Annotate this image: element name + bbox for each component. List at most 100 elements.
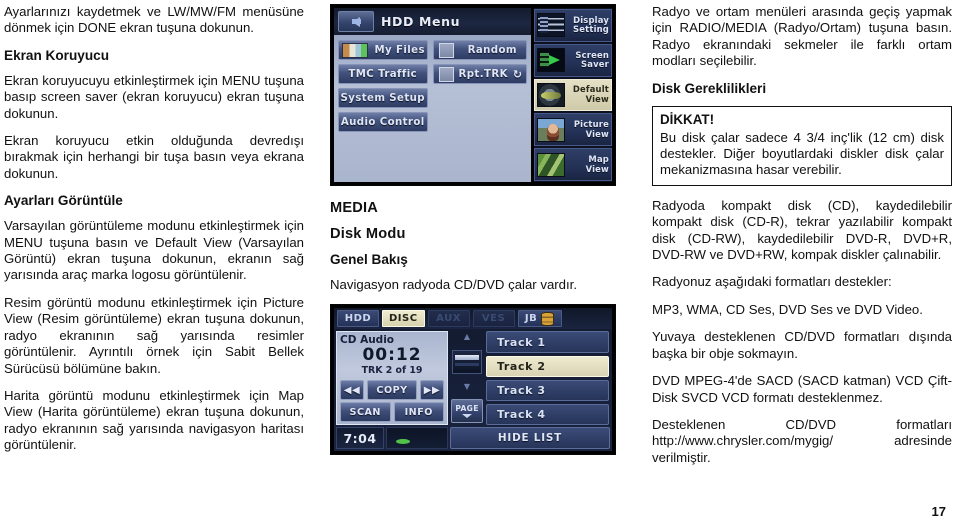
sidebar-item-map-view[interactable]: Map View [534, 148, 612, 181]
paragraph-formats-intro: Radyonuz aşağıdaki formatları destekler: [652, 274, 892, 290]
tab-disc[interactable]: DISC [382, 310, 425, 328]
audio-control-label: Audio Control [340, 116, 425, 128]
hdd-screen: HDD Menu My Files TMC Traffic System Set… [334, 8, 612, 182]
default-view-line2: View [585, 93, 609, 104]
screen-saver-thumb-icon [537, 48, 565, 73]
heading-genel-bakis: Genel Bakış [330, 252, 408, 267]
paragraph-no-foreign-objects: Yuvaya desteklenen CD/DVD formatları dış… [652, 329, 952, 361]
paragraph-cd-dvd-player: Navigasyon radyoda CD/DVD çalar vardır. [330, 277, 578, 292]
sidebar-item-screen-saver[interactable]: Screen Saver [534, 43, 612, 77]
audio-control-button[interactable]: Audio Control [338, 112, 428, 132]
paragraph-screensaver-activate: Ekran koruyucuyu etkinleştirmek için MEN… [4, 72, 304, 121]
my-files-button[interactable]: My Files [338, 40, 428, 60]
cd-transport-row-1: ◀◀ COPY ▶▶ [340, 380, 444, 401]
paragraph-map-view: Harita görüntü modunu etkinleştirmek içi… [4, 387, 304, 453]
tab-hdd[interactable]: HDD [337, 310, 379, 328]
paragraph-screensaver-deactivate: Ekran koruyucu etkin olduğunda devredışı… [4, 133, 304, 181]
scroll-thumb[interactable] [452, 350, 482, 375]
tab-ves[interactable]: VES [472, 310, 515, 328]
paragraph-website-reference: Desteklenen CD/DVD formatları http://www… [652, 416, 952, 465]
manual-page: Ayarlarınızı kaydetmek ve LW/MW/FM menüs… [0, 0, 960, 525]
scroll-up-icon[interactable]: ▲ [464, 333, 470, 341]
cd-transport-panel: CD Audio 00:12 TRK 2 of 19 ◀◀ COPY ▶▶ SC… [336, 331, 448, 426]
paragraph-picture-view: Resim görüntü modunu etkinleştirmek için… [4, 294, 304, 376]
scroll-down-icon[interactable]: ▼ [464, 382, 470, 391]
display-setting-line1: Display [573, 14, 609, 25]
track-list-item[interactable]: Track 2 [486, 355, 609, 377]
caution-text: Bu disk çalar sadece 4 3/4 inç'lik (12 c… [660, 129, 944, 178]
tmc-traffic-label: TMC Traffic [348, 68, 418, 80]
info-button[interactable]: INFO [393, 402, 444, 423]
status-indicator-area [386, 427, 448, 450]
random-checkbox[interactable] [438, 42, 454, 58]
repeat-track-checkbox[interactable] [438, 66, 454, 82]
chevron-down-icon [462, 414, 472, 419]
cd-track-list: Track 1 Track 2 Track 3 Track 4 [486, 331, 610, 426]
previous-track-button[interactable]: ◀◀ [340, 380, 364, 401]
cd-main-area: CD Audio 00:12 TRK 2 of 19 ◀◀ COPY ▶▶ SC… [334, 329, 612, 427]
cd-scrollbar[interactable]: ▲ ▼ PAGE [450, 331, 484, 425]
random-label: Random [467, 44, 517, 56]
scroll-thumb-bar-2 [455, 363, 479, 367]
paragraph-unsupported-formats: DVD MPEG-4'de SACD (SACD katman) VCD Çif… [652, 373, 952, 405]
back-button[interactable] [338, 11, 374, 32]
paragraph-done-key: Ayarlarınızı kaydetmek ve LW/MW/FM menüs… [4, 4, 304, 36]
scan-button[interactable]: SCAN [340, 402, 391, 423]
track-list-item[interactable]: Track 3 [486, 379, 609, 402]
my-files-label: My Files [374, 44, 425, 56]
heading-media: MEDIA [330, 200, 379, 216]
hdd-title-bar: HDD Menu [334, 8, 531, 35]
display-setting-label: Display Setting [568, 14, 609, 35]
page-number: 17 [931, 504, 946, 519]
hdd-button-area: My Files TMC Traffic System Setup Audio … [334, 35, 531, 182]
status-indicator-icon [396, 439, 410, 445]
system-setup-button[interactable]: System Setup [338, 88, 428, 108]
picture-view-line2: View [585, 128, 609, 139]
default-view-line1: Default [572, 84, 609, 95]
paragraph-supported-discs: Radyoda kompakt disk (CD), kaydedilebili… [652, 197, 952, 263]
three-column-layout: Ayarlarınızı kaydetmek ve LW/MW/FM menüs… [4, 4, 952, 525]
random-button[interactable]: Random [432, 40, 527, 60]
back-arrow-icon [352, 16, 361, 27]
heading-view-settings: Ayarları Görüntüle [4, 193, 123, 209]
page-button[interactable]: PAGE [451, 399, 483, 424]
map-view-label: Map View [568, 154, 609, 174]
cd-source-tabs: HDD DISC AUX VES JB [334, 308, 612, 330]
tab-jukebox[interactable]: JB [517, 310, 562, 328]
paragraph-radio-media-key: Radyo ve ortam menüleri arasında geçiş y… [652, 4, 952, 69]
picture-view-line1: Picture [573, 119, 609, 130]
display-setting-thumb-icon [537, 13, 565, 38]
cd-player-screenshot: HDD DISC AUX VES JB CD Audio 00:12 TRK 2… [330, 304, 616, 456]
track-list-item[interactable]: Track 1 [486, 331, 609, 353]
tmc-traffic-button[interactable]: TMC Traffic [338, 64, 428, 84]
default-view-thumb-icon [537, 82, 565, 107]
cd-status-bar: 7:04 HIDE LIST [334, 427, 612, 451]
sidebar-item-picture-view[interactable]: Picture View [534, 113, 612, 147]
copy-button[interactable]: COPY [367, 380, 417, 401]
heading-disk-requirements: Disk Gereklilikleri [652, 80, 767, 96]
system-setup-label: System Setup [340, 92, 425, 104]
sidebar-item-display-setting[interactable]: Display Setting [534, 9, 612, 42]
map-view-line2: View [585, 163, 609, 174]
clock-display: 7:04 [336, 427, 384, 450]
sidebar-item-default-view[interactable]: Default View [534, 78, 612, 112]
track-list-item[interactable]: Track 4 [486, 404, 609, 426]
heading-disk-modu: Disk Modu [330, 226, 406, 242]
files-icon [342, 42, 368, 58]
right-column: Radyo ve ortam menüleri arasında geçiş y… [652, 4, 952, 525]
hdd-left-button-column: My Files TMC Traffic System Setup Audio … [338, 40, 428, 177]
screen-saver-line1: Screen [575, 49, 609, 60]
hide-list-button[interactable]: HIDE LIST [450, 427, 610, 450]
hdd-main-panel: HDD Menu My Files TMC Traffic System Set… [334, 8, 531, 182]
caution-title: DİKKAT! [660, 111, 715, 127]
caution-box: DİKKAT! Bu disk çalar sadece 4 3/4 inç'l… [652, 105, 952, 186]
cd-transport-row-2: SCAN INFO [340, 402, 444, 423]
tab-jukebox-label: JB [524, 313, 538, 325]
heading-screen-saver: Ekran Koruyucu [4, 47, 109, 63]
picture-view-label: Picture View [568, 119, 609, 139]
next-track-button[interactable]: ▶▶ [420, 380, 444, 401]
cd-elapsed-time: 00:12 [362, 345, 422, 366]
repeat-track-button[interactable]: Rpt.TRK ↻ [432, 64, 527, 84]
hdd-right-button-column: Random Rpt.TRK ↻ [432, 40, 527, 177]
tab-aux[interactable]: AUX [427, 310, 470, 328]
